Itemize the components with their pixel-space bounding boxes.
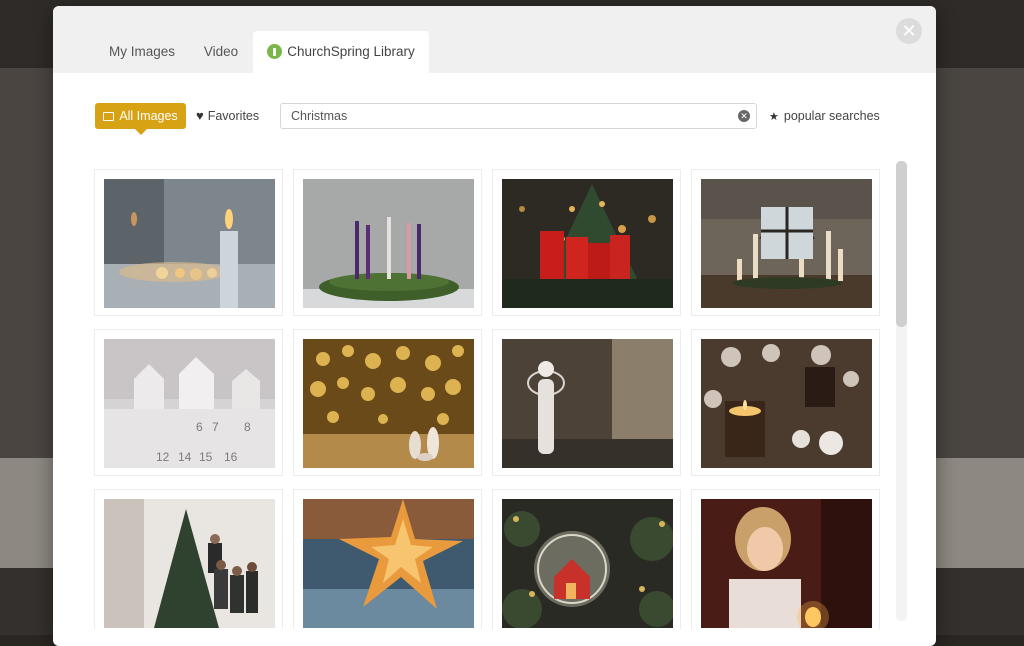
tab-my-images[interactable]: My Images	[95, 31, 189, 73]
image-thumbnail	[303, 179, 474, 308]
image-card[interactable]	[94, 169, 283, 316]
image-thumbnail	[303, 339, 474, 468]
tab-video[interactable]: Video	[193, 31, 249, 73]
image-card[interactable]	[691, 329, 880, 476]
image-card[interactable]: 6 7 8 14 15 16 12	[94, 329, 283, 476]
image-grid: 6 7 8 14 15 16 12	[94, 169, 884, 629]
popular-searches-link[interactable]: ★ popular searches	[769, 103, 880, 129]
svg-text:16: 16	[224, 450, 238, 464]
image-card[interactable]	[293, 489, 482, 629]
all-images-filter-button[interactable]: All Images	[95, 103, 186, 135]
image-thumbnail	[502, 179, 673, 308]
svg-text:15: 15	[199, 450, 213, 464]
svg-text:14: 14	[178, 450, 192, 464]
popular-searches-label: popular searches	[783, 109, 880, 123]
image-thumbnail	[701, 179, 872, 308]
close-icon: ✕	[901, 21, 917, 41]
image-card[interactable]	[293, 169, 482, 316]
image-card[interactable]	[492, 329, 681, 476]
favorites-filter-button[interactable]: ♥ Favorites	[196, 103, 259, 129]
image-thumbnail	[701, 499, 872, 628]
svg-text:7: 7	[212, 420, 219, 434]
image-picker-modal: My Images Video ChurchSpring Library ✕ A…	[53, 6, 936, 646]
image-card[interactable]	[691, 169, 880, 316]
search-input[interactable]	[281, 104, 731, 128]
favorites-label: Favorites	[207, 109, 260, 123]
image-card[interactable]	[492, 489, 681, 629]
image-thumbnail	[701, 339, 872, 468]
image-card[interactable]	[94, 489, 283, 629]
image-thumbnail	[303, 499, 474, 628]
scrollbar-thumb[interactable]	[896, 161, 907, 327]
image-thumbnail	[104, 499, 275, 628]
svg-text:12: 12	[156, 450, 170, 464]
clear-search-icon[interactable]: ✕	[738, 110, 750, 122]
heart-icon: ♥	[196, 108, 204, 123]
close-button[interactable]: ✕	[896, 18, 922, 44]
tab-churchspring-library[interactable]: ChurchSpring Library	[253, 31, 429, 73]
image-thumbnail	[502, 499, 673, 628]
image-card[interactable]	[492, 169, 681, 316]
all-images-label: All Images	[119, 109, 178, 123]
image-card[interactable]	[691, 489, 880, 629]
image-thumbnail	[104, 179, 275, 308]
tree-leaf-icon	[267, 44, 283, 59]
svg-text:8: 8	[244, 420, 251, 434]
tab-label: ChurchSpring Library	[287, 44, 415, 59]
image-thumbnail	[502, 339, 673, 468]
image-icon	[103, 112, 115, 121]
tab-bar: My Images Video ChurchSpring Library ✕	[53, 6, 936, 73]
svg-text:6: 6	[196, 420, 203, 434]
star-icon: ★	[769, 111, 779, 123]
image-thumbnail: 6 7 8 14 15 16 12	[104, 339, 275, 468]
search-box: ✕	[280, 103, 757, 129]
image-card[interactable]	[293, 329, 482, 476]
